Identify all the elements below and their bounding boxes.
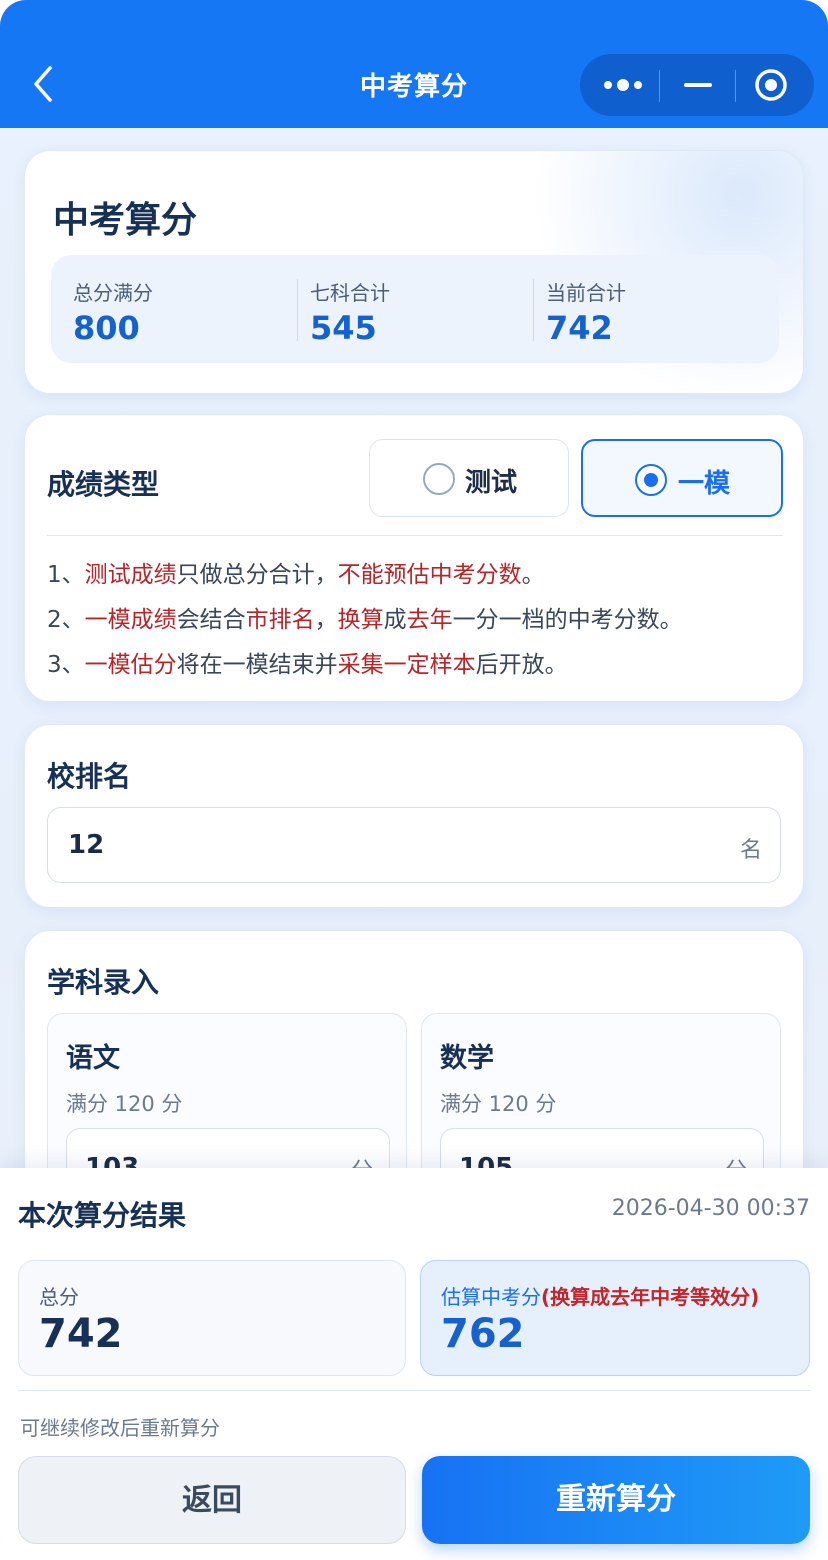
result-timestamp: 2026-04-30 00:37: [611, 1196, 810, 1221]
result-estimate-label: 估算中考分(换算成去年中考等效分): [441, 1281, 759, 1310]
score-type-label: 成绩类型: [47, 468, 160, 501]
recalculate-button[interactable]: 重新算分: [422, 1456, 810, 1544]
radio-selected-icon: [635, 464, 667, 496]
result-title: 本次算分结果: [18, 1199, 187, 1232]
nav-bar: 中考算分: [0, 0, 828, 128]
stat-value: 545: [310, 309, 377, 347]
school-rank-unit: 名: [739, 838, 762, 863]
result-total-value: 742: [39, 1311, 123, 1357]
result-hint: 可继续修改后重新算分: [20, 1416, 220, 1440]
school-rank-value: 12: [68, 830, 105, 860]
target-circle-icon: [755, 69, 787, 101]
note-highlight: 不能预估中考分数: [337, 562, 522, 588]
subject-full-score: 满分 120 分: [66, 1092, 183, 1116]
note-highlight: 采集一定样本: [337, 652, 476, 678]
note-highlight: 市排名: [245, 607, 315, 633]
minimize-button[interactable]: [660, 54, 735, 116]
app-frame: 中考算分 中考算分 总分满分 800 七科合计 545 当前合计 742 成绩类…: [0, 0, 828, 1560]
note-3: 3、一模估分将在一模结束并采集一定样本后开放。: [47, 645, 568, 679]
note-text: 成: [383, 607, 407, 633]
note-highlight: 测试成绩: [84, 562, 177, 588]
score-type-card: 成绩类型 测试 一模 1、测试成绩只做总分合计，不能预估中考分数。 2、一模成绩…: [24, 414, 804, 702]
note-prefix: 1、: [47, 562, 85, 588]
note-text: 会结合: [176, 607, 246, 633]
radio-icon: [423, 463, 455, 495]
school-rank-input[interactable]: 12 名: [47, 807, 781, 883]
stats-box: 总分满分 800 七科合计 545 当前合计 742: [51, 255, 779, 363]
note-text: 一分一档的中考分数。: [452, 607, 683, 633]
divider: [47, 535, 783, 536]
result-estimate-value: 762: [441, 1311, 525, 1357]
option-mock-exam[interactable]: 一模: [581, 439, 783, 517]
estimate-note: (换算成去年中考等效分): [541, 1285, 760, 1309]
subject-name: 数学: [440, 1043, 494, 1074]
minimize-icon: [684, 83, 712, 87]
subjects-label: 学科录入: [47, 966, 160, 999]
mini-program-capsule: [580, 54, 814, 116]
school-rank-label: 校排名: [47, 760, 132, 793]
note-prefix: 2、: [47, 607, 85, 633]
note-highlight: 一模成绩: [84, 607, 177, 633]
summary-card: 中考算分 总分满分 800 七科合计 545 当前合计 742: [24, 150, 804, 394]
divider: [18, 1390, 810, 1391]
school-rank-card: 校排名 12 名: [24, 724, 804, 908]
note-text: 将在一模结束并: [176, 652, 338, 678]
back-button-bottom[interactable]: 返回: [18, 1456, 406, 1544]
option-label: 一模: [678, 469, 731, 499]
note-prefix: 3、: [47, 652, 85, 678]
option-label: 测试: [465, 468, 518, 498]
summary-title: 中考算分: [53, 200, 198, 241]
stat-label: 七科合计: [310, 281, 390, 305]
stat-value: 742: [546, 309, 613, 347]
stat-label: 总分满分: [73, 281, 153, 305]
more-button[interactable]: [580, 54, 659, 116]
option-test[interactable]: 测试: [369, 439, 569, 517]
estimate-label-text: 估算中考分: [441, 1285, 541, 1309]
stat-value: 800: [73, 309, 140, 347]
result-total-label: 总分: [39, 1285, 79, 1309]
stat-divider: [533, 279, 534, 341]
note-highlight: 去年: [406, 607, 453, 633]
note-text: 。: [521, 562, 545, 588]
stat-divider: [297, 279, 298, 341]
result-total-box: 总分 742: [18, 1260, 406, 1376]
subject-name: 语文: [66, 1043, 120, 1074]
note-text: 后开放。: [475, 652, 568, 678]
stat-label: 当前合计: [546, 281, 626, 305]
subject-full-score: 满分 120 分: [440, 1092, 557, 1116]
result-estimate-box: 估算中考分(换算成去年中考等效分) 762: [420, 1260, 810, 1376]
note-text: 只做总分合计，: [176, 562, 338, 588]
note-2: 2、一模成绩会结合市排名，换算成去年一分一档的中考分数。: [47, 600, 683, 634]
note-1: 1、测试成绩只做总分合计，不能预估中考分数。: [47, 555, 545, 589]
note-highlight: 换算: [337, 607, 384, 633]
more-dots-icon: [604, 79, 642, 91]
result-sheet: 本次算分结果 2026-04-30 00:37 总分 742 估算中考分(换算成…: [0, 1168, 828, 1560]
note-text: ，: [314, 607, 338, 633]
close-button[interactable]: [736, 54, 814, 116]
note-highlight: 一模估分: [84, 652, 177, 678]
